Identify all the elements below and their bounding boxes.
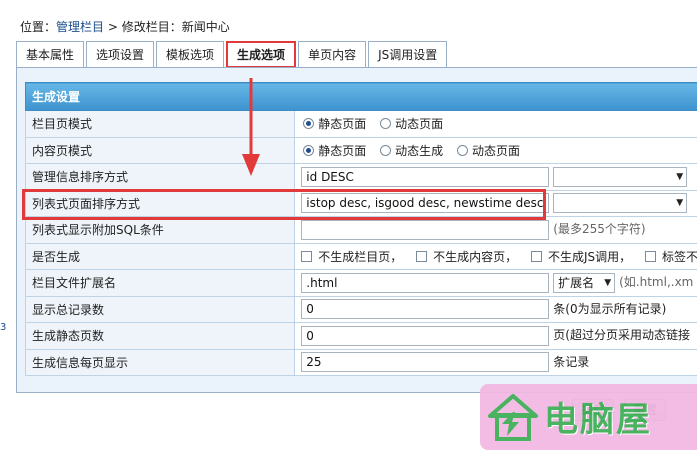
dropdown-arrow-icon: ▼ bbox=[676, 171, 684, 182]
static-pages-input[interactable]: 0 bbox=[301, 325, 550, 346]
tab-basic-properties[interactable]: 基本属性 bbox=[16, 41, 85, 68]
static-pages-hint: 页(超过分页采用动态链接 bbox=[553, 328, 690, 343]
table-row: 生成信息每页显示 25 条记录 bbox=[24, 348, 697, 376]
table-row: 列表式显示附加SQL条件 (最多255个字符) bbox=[24, 216, 697, 244]
breadcrumb-prefix: 位置： bbox=[20, 20, 57, 34]
no-column-page-checkbox[interactable] bbox=[301, 250, 313, 262]
per-page-label: 生成信息每页显示 bbox=[24, 348, 296, 376]
list-sort-select[interactable]: ▼ bbox=[553, 193, 688, 214]
tab-bar: 基本属性 选项设置 模板选项 生成选项 单页内容 JS调用设置 bbox=[16, 40, 449, 68]
no-tag-label: 标签不 bbox=[661, 249, 697, 264]
breadcrumb: 位置：管理栏目 > 修改栏目：新闻中心 bbox=[20, 18, 230, 35]
dropdown-arrow-icon: ▼ bbox=[604, 277, 612, 288]
content-mode-dyngen-label: 动态生成 bbox=[395, 143, 444, 158]
house-icon bbox=[488, 394, 538, 441]
table-row: 生成静态页数 0 页(超过分页采用动态链接 bbox=[24, 322, 697, 350]
table-row: 列表式页面排序方式 istop desc, isgood desc, newst… bbox=[24, 189, 697, 217]
no-content-page-label: 不生成内容页， bbox=[433, 249, 518, 264]
side-number: 3 bbox=[0, 322, 7, 333]
file-ext-select[interactable]: 扩展名 ▼ bbox=[553, 272, 616, 293]
total-records-label: 显示总记录数 bbox=[24, 295, 296, 323]
content-mode-static-radio[interactable] bbox=[303, 144, 315, 156]
tab-js-call-settings[interactable]: JS调用设置 bbox=[368, 41, 448, 68]
annotation-arrow-icon bbox=[242, 78, 260, 176]
watermark-logo: 电脑屋 bbox=[480, 384, 697, 450]
no-column-page-label: 不生成栏目页， bbox=[318, 249, 403, 264]
per-page-input[interactable]: 25 bbox=[301, 352, 550, 373]
list-sort-label: 列表式页面排序方式 bbox=[24, 189, 296, 217]
dropdown-arrow-icon: ▼ bbox=[676, 198, 684, 209]
column-mode-static-label: 静态页面 bbox=[318, 117, 367, 132]
no-js-call-label: 不生成JS调用， bbox=[547, 249, 632, 264]
tab-template-options[interactable]: 模板选项 bbox=[156, 41, 225, 68]
table-row: 栏目页模式 静态页面 动态页面 bbox=[24, 110, 697, 138]
table-row: 内容页模式 静态页面 动态生成 动态页面 bbox=[24, 136, 697, 164]
column-mode-dynamic-radio[interactable] bbox=[380, 118, 392, 130]
breadcrumb-link-manage-columns[interactable]: 管理栏目 bbox=[56, 20, 104, 34]
content-mode-dyngen-radio[interactable] bbox=[380, 144, 392, 156]
per-page-hint: 条记录 bbox=[553, 354, 590, 369]
breadcrumb-current: 修改栏目：新闻中心 bbox=[121, 20, 230, 34]
column-mode-dynamic-label: 动态页面 bbox=[395, 117, 444, 132]
table-row: 栏目文件扩展名 .html 扩展名 ▼ (如.html,.xm bbox=[24, 269, 697, 297]
total-records-input[interactable]: 0 bbox=[301, 299, 550, 320]
generate-label: 是否生成 bbox=[24, 242, 296, 270]
list-sort-input[interactable]: istop desc, isgood desc, newstime desc bbox=[301, 193, 550, 214]
static-pages-label: 生成静态页数 bbox=[24, 322, 296, 350]
content-mode-static-label: 静态页面 bbox=[318, 143, 367, 158]
no-tag-checkbox[interactable] bbox=[644, 250, 656, 262]
tab-option-settings[interactable]: 选项设置 bbox=[86, 41, 155, 68]
manage-sort-input[interactable]: id DESC bbox=[301, 166, 550, 187]
manage-sort-select[interactable]: ▼ bbox=[553, 166, 688, 187]
list-sql-label: 列表式显示附加SQL条件 bbox=[24, 216, 296, 244]
list-sql-input[interactable] bbox=[301, 219, 550, 240]
file-ext-hint: (如.html,.xm bbox=[619, 275, 694, 290]
list-sql-hint: (最多255个字符) bbox=[553, 222, 646, 237]
content-mode-dynamic-label: 动态页面 bbox=[471, 143, 520, 158]
file-ext-label: 栏目文件扩展名 bbox=[24, 269, 296, 297]
settings-table: 生成设置 栏目页模式 静态页面 动态页面 内容页模式 静态页面 动态生成 动态页… bbox=[24, 82, 697, 376]
watermark-text: 电脑屋 bbox=[544, 400, 652, 440]
no-content-page-checkbox[interactable] bbox=[416, 250, 428, 262]
file-ext-select-value: 扩展名 bbox=[558, 275, 595, 290]
file-ext-input[interactable]: .html bbox=[301, 272, 550, 293]
table-row: 是否生成 不生成栏目页， 不生成内容页， 不生成JS调用， 标签不 bbox=[24, 242, 697, 270]
section-title: 生成设置 bbox=[25, 82, 697, 111]
table-row: 管理信息排序方式 id DESC ▼ bbox=[24, 163, 697, 191]
content-mode-dynamic-radio[interactable] bbox=[456, 144, 468, 156]
no-js-call-checkbox[interactable] bbox=[530, 250, 542, 262]
tab-single-page-content[interactable]: 单页内容 bbox=[298, 41, 367, 68]
breadcrumb-separator: > bbox=[104, 20, 122, 34]
total-records-hint: 条(0为显示所有记录) bbox=[553, 301, 667, 316]
table-row: 显示总记录数 0 条(0为显示所有记录) bbox=[24, 295, 697, 323]
column-mode-static-radio[interactable] bbox=[303, 118, 315, 130]
tab-generate-options[interactable]: 生成选项 bbox=[226, 41, 297, 68]
